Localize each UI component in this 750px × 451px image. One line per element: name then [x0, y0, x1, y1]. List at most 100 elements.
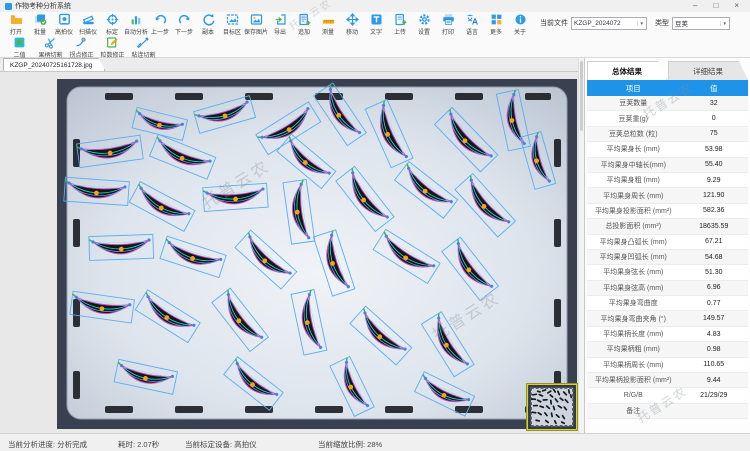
item-label: 备注 — [587, 406, 679, 416]
item-value: 4.83 — [679, 331, 748, 338]
results-tabs: 总体结果 详细结果 — [587, 61, 748, 80]
toolbar-button-target-area[interactable]: 目标区 — [220, 13, 244, 36]
item-value: 54.68 — [679, 254, 748, 261]
toolbar-button-append[interactable]: 追加 — [292, 13, 316, 36]
image-viewer[interactable]: 托普云农 托普云农 — [0, 72, 578, 433]
toolbar-button-undo[interactable]: 上一步 — [148, 13, 172, 36]
app-icon — [5, 3, 12, 10]
toolbar-button-duplicate[interactable]: 副本 — [196, 13, 220, 36]
save-image-icon — [250, 13, 263, 26]
type-dropdown[interactable]: 豆荚 ▼ — [672, 17, 730, 30]
toolbar-button-text[interactable]: 文字 — [364, 13, 388, 36]
item-value: 0.77 — [679, 300, 748, 307]
table-row: 平均果身弦高 (mm)6.96 — [587, 281, 748, 296]
close-button[interactable]: × — [734, 1, 739, 11]
item-label: 平均果身凹弧长 (mm) — [587, 252, 679, 262]
table-row: R/G/B21/29/29 — [587, 388, 748, 403]
toolbar-button-auto-analyze[interactable]: 自动分析 — [124, 13, 148, 36]
toolbar-button-save-image[interactable]: 保存图片 — [244, 13, 268, 36]
toolbar-button-open[interactable]: 打开 — [4, 13, 28, 36]
toolbar-button-measure[interactable]: 测量 — [316, 13, 340, 36]
item-value: 18635.59 — [679, 223, 748, 230]
toolbar-button-binary[interactable]: 二值 — [4, 36, 35, 59]
column-item: 项目 — [587, 83, 679, 94]
table-row: 平均果柄投影面积 (mm²)9.44 — [587, 373, 748, 388]
toolbar-button-language[interactable]: 语言 — [460, 13, 484, 36]
toolbar-button-upload[interactable]: 上传 — [388, 13, 412, 36]
toolbar-button-print[interactable]: 打印 — [436, 13, 460, 36]
item-value: 0.98 — [679, 346, 748, 353]
item-value: 32 — [679, 100, 748, 107]
status-device: 当前标定设备: 高拍仪 — [185, 439, 257, 450]
item-value: 67.21 — [679, 238, 748, 245]
calibrate-icon — [106, 13, 119, 26]
tab-detailed-results[interactable]: 详细结果 — [668, 61, 748, 80]
chevron-down-icon: ▼ — [637, 21, 644, 26]
item-label: R/G/B — [587, 392, 679, 399]
toolbar-button-export[interactable]: 导出 — [268, 13, 292, 36]
item-label: 豆荚重(g) — [587, 114, 679, 124]
title-bar: 作物考种分析系统 – □ × — [0, 0, 750, 12]
table-row: 平均果柄粗 (mm)0.98 — [587, 342, 748, 357]
item-value: 9.44 — [679, 377, 748, 384]
current-file-dropdown[interactable]: KZGP_2024072 ▼ — [571, 17, 647, 30]
export-icon — [274, 13, 287, 26]
toolbar-file-fields: 当前文件 KZGP_2024072 ▼ 类型 豆荚 ▼ — [540, 13, 730, 33]
document-tab-bar: KZGP_20240725161728.jpg — [0, 58, 578, 72]
document-tab[interactable]: KZGP_20240725161728.jpg — [3, 58, 105, 71]
toolbar-button-redo[interactable]: 下一步 — [172, 13, 196, 36]
current-file-label: 当前文件 — [540, 18, 568, 28]
adhesion-cut-icon — [137, 36, 150, 49]
item-value: 149.57 — [679, 315, 748, 322]
toolbar-button-grain-count-fix[interactable]: 粒数修正 — [97, 36, 128, 59]
more-icon — [490, 13, 503, 26]
upload-icon — [394, 13, 407, 26]
minimize-button[interactable]: – — [693, 1, 697, 11]
item-label: 平均果柄长度 (mm) — [587, 329, 679, 339]
type-value: 豆荚 — [675, 18, 688, 28]
binary-icon — [13, 36, 26, 49]
item-label: 豆荚总粒数 (粒) — [587, 129, 679, 139]
toolbar-button-calibrate[interactable]: 标定 — [100, 13, 124, 36]
table-row: 平均果身中轴长(mm)55.40 — [587, 158, 748, 173]
language-icon — [466, 13, 479, 26]
settings-icon — [418, 13, 431, 26]
toolbar-button-more[interactable]: 更多 — [484, 13, 508, 36]
specimen-image[interactable]: 托普云农 托普云农 — [57, 79, 577, 429]
item-label: 平均果身长 (mm) — [587, 144, 679, 154]
open-icon — [10, 13, 23, 26]
toolbar-button-settings[interactable]: 设置 — [412, 13, 436, 36]
redo-icon — [178, 13, 191, 26]
toolbar-button-stalk-cut[interactable]: 果柄切割 — [35, 36, 66, 59]
column-value: 值 — [679, 83, 748, 94]
toolbar-button-about[interactable]: 关于 — [508, 13, 532, 36]
status-bar: 当前分析进度: 分析完成 耗时: 2.07秒 当前标定设备: 高拍仪 当前缩放比… — [0, 433, 750, 451]
overview-thumbnail[interactable] — [527, 384, 577, 430]
item-label: 平均果身弦高 (mm) — [587, 283, 679, 293]
batch-icon — [34, 13, 47, 26]
move-icon — [346, 13, 359, 26]
scanner-icon — [82, 13, 95, 26]
duplicate-icon — [202, 13, 215, 26]
item-label: 平均果柄周长 (mm) — [587, 360, 679, 370]
light-tray — [67, 87, 567, 419]
table-row: 平均果身长 (mm)53.98 — [587, 142, 748, 157]
tab-overall-results[interactable]: 总体结果 — [587, 61, 667, 80]
toolbar-button-move[interactable]: 移动 — [340, 13, 364, 36]
toolbar-button-batch[interactable]: 批量 — [28, 13, 52, 36]
table-row: 平均果柄长度 (mm)4.83 — [587, 327, 748, 342]
toolbar-button-inflection-fix[interactable]: 拐点修正 — [66, 36, 97, 59]
toolbar-button-doc-camera[interactable]: 高拍仪 — [52, 13, 76, 36]
status-elapsed: 耗时: 2.07秒 — [118, 439, 159, 450]
item-label: 平均果身弦长 (mm) — [587, 267, 679, 277]
maximize-button[interactable]: □ — [713, 1, 718, 11]
about-icon — [514, 13, 527, 26]
toolbar-button-scanner[interactable]: 扫描仪 — [76, 13, 100, 36]
table-row: 豆荚总粒数 (粒)75 — [587, 127, 748, 142]
grain-count-fix-icon — [106, 36, 119, 49]
table-row: 平均果柄周长 (mm)110.65 — [587, 358, 748, 373]
item-value: 51.30 — [679, 269, 748, 276]
toolbar-button-adhesion-cut[interactable]: 粘连切割 — [128, 36, 159, 59]
table-row: 平均果身投影面积 (mm²)582.36 — [587, 204, 748, 219]
doc-camera-icon — [58, 13, 71, 26]
